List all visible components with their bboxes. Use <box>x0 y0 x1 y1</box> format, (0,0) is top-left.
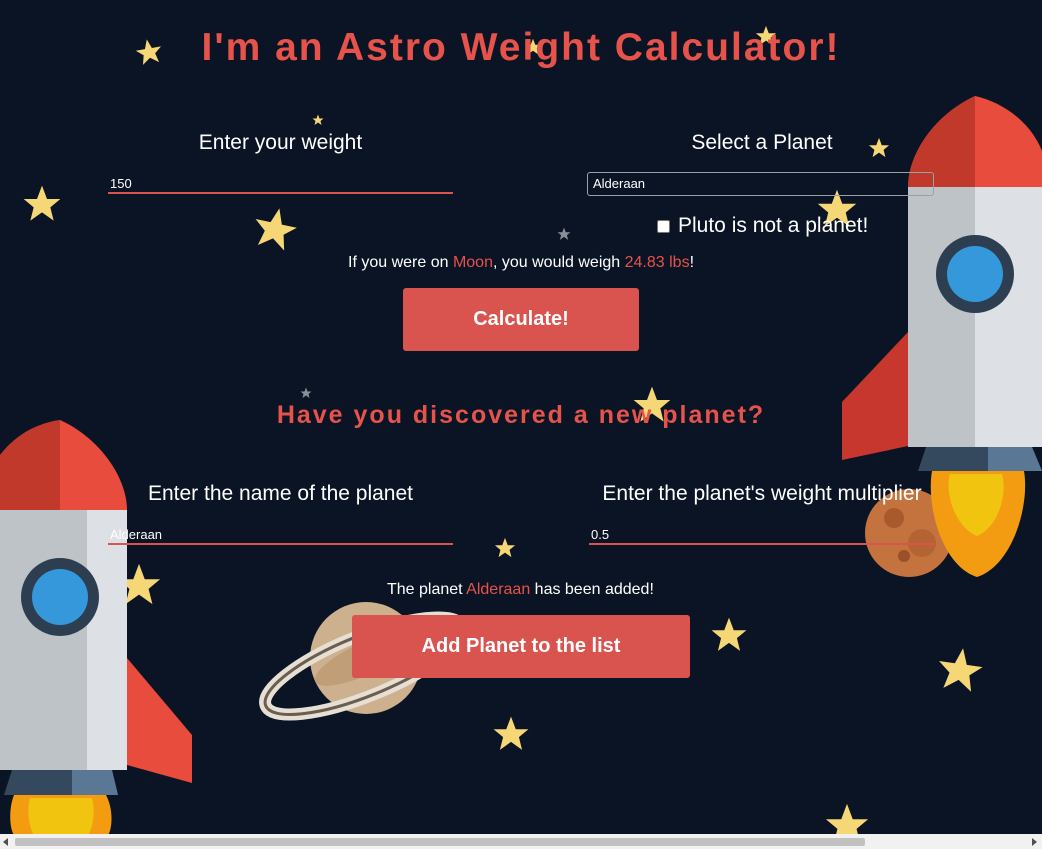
scroll-right-arrow-icon[interactable] <box>1032 838 1037 846</box>
weight-result: If you were on Moon, you would weigh 24.… <box>348 254 694 272</box>
result-prefix: If you were on <box>348 254 453 271</box>
added-suffix: has been added! <box>530 581 654 598</box>
result-middle: , you would weigh <box>492 254 625 271</box>
add-planet-button[interactable]: Add Planet to the list <box>352 615 690 678</box>
weight-label: Enter your weight <box>198 131 363 154</box>
star-icon <box>312 114 324 125</box>
page-title: I'm an Astro Weight Calculator! <box>201 26 841 69</box>
planet-select-value: Alderaan <box>593 176 646 191</box>
star-icon <box>939 648 983 692</box>
multiplier-input[interactable] <box>589 525 934 545</box>
star-icon <box>300 387 312 398</box>
new-planet-heading: Have you discovered a new planet? <box>276 401 766 429</box>
star-icon <box>711 617 747 651</box>
added-prefix: The planet <box>387 581 467 598</box>
result-weight: 24.83 lbs <box>624 254 690 271</box>
pluto-checkbox[interactable] <box>657 219 670 233</box>
star-icon <box>23 185 61 221</box>
planet-name-input[interactable] <box>108 525 453 545</box>
scroll-left-arrow-icon[interactable] <box>3 838 8 846</box>
scrollbar-thumb[interactable] <box>15 838 865 846</box>
calculate-button[interactable]: Calculate! <box>403 288 639 351</box>
result-planet: Moon <box>452 254 493 271</box>
multiplier-label: Enter the planet's weight multiplier <box>602 482 922 505</box>
star-icon <box>557 227 571 240</box>
added-planet: Alderaan <box>466 581 531 598</box>
pluto-checkbox-label: Pluto is not a planet! <box>678 214 869 237</box>
star-icon <box>494 537 516 558</box>
star-icon <box>255 208 297 251</box>
planet-added-message: The planet Alderaan has been added! <box>387 581 654 599</box>
pluto-checkbox-row[interactable]: Pluto is not a planet! <box>657 214 868 238</box>
planet-select-label: Select a Planet <box>691 131 833 154</box>
planet-select[interactable]: Alderaan <box>587 172 934 196</box>
horizontal-scrollbar[interactable] <box>0 834 1042 849</box>
planet-name-label: Enter the name of the planet <box>147 482 413 505</box>
star-icon <box>493 716 529 750</box>
rocket-icon <box>842 96 1042 577</box>
weight-input[interactable] <box>108 174 453 194</box>
result-suffix: ! <box>689 254 695 271</box>
